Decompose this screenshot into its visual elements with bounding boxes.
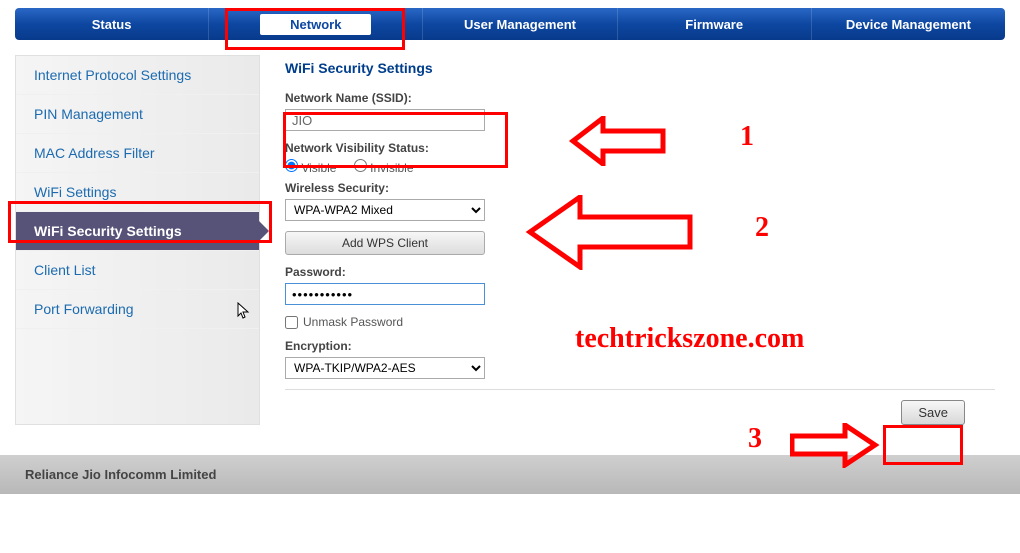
radio-visible[interactable]: Visible (285, 161, 336, 175)
cursor-icon (237, 302, 251, 320)
nav-user-management[interactable]: User Management (423, 8, 617, 40)
sidebar-item-label: Port Forwarding (34, 301, 134, 317)
ssid-input[interactable] (285, 109, 485, 131)
unmask-label: Unmask Password (303, 315, 403, 329)
save-button[interactable]: Save (901, 400, 965, 425)
encryption-select[interactable]: WPA-TKIP/WPA2-AES (285, 357, 485, 379)
encryption-label: Encryption: (285, 339, 995, 353)
annotation-number-3: 3 (748, 423, 762, 455)
add-wps-button[interactable]: Add WPS Client (285, 231, 485, 255)
sidebar-item-mac-filter[interactable]: MAC Address Filter (16, 134, 259, 173)
divider (285, 389, 995, 390)
sidebar-item-wifi-security[interactable]: WiFi Security Settings (16, 212, 259, 251)
page-title: WiFi Security Settings (285, 60, 995, 76)
sidebar-item-client-list[interactable]: Client List (16, 251, 259, 290)
nav-device-management[interactable]: Device Management (812, 8, 1005, 40)
unmask-checkbox[interactable] (285, 316, 298, 329)
security-label: Wireless Security: (285, 181, 995, 195)
ssid-label: Network Name (SSID): (285, 91, 995, 105)
nav-status[interactable]: Status (15, 8, 209, 40)
radio-invisible[interactable]: Invisible (354, 161, 414, 175)
top-nav: Status Network User Management Firmware … (15, 8, 1005, 40)
sidebar: Internet Protocol Settings PIN Managemen… (15, 55, 260, 425)
sidebar-item-pin-management[interactable]: PIN Management (16, 95, 259, 134)
nav-firmware[interactable]: Firmware (618, 8, 812, 40)
security-select[interactable]: WPA-WPA2 Mixed (285, 199, 485, 221)
sidebar-item-wifi-settings[interactable]: WiFi Settings (16, 173, 259, 212)
sidebar-item-internet-protocol[interactable]: Internet Protocol Settings (16, 56, 259, 95)
sidebar-item-port-forwarding[interactable]: Port Forwarding (16, 290, 259, 329)
nav-network[interactable]: Network (209, 8, 423, 40)
visibility-label: Network Visibility Status: (285, 141, 995, 155)
footer: Reliance Jio Infocomm Limited (0, 455, 1020, 494)
password-label: Password: (285, 265, 995, 279)
main-content: WiFi Security Settings Network Name (SSI… (285, 55, 1005, 425)
password-input[interactable] (285, 283, 485, 305)
